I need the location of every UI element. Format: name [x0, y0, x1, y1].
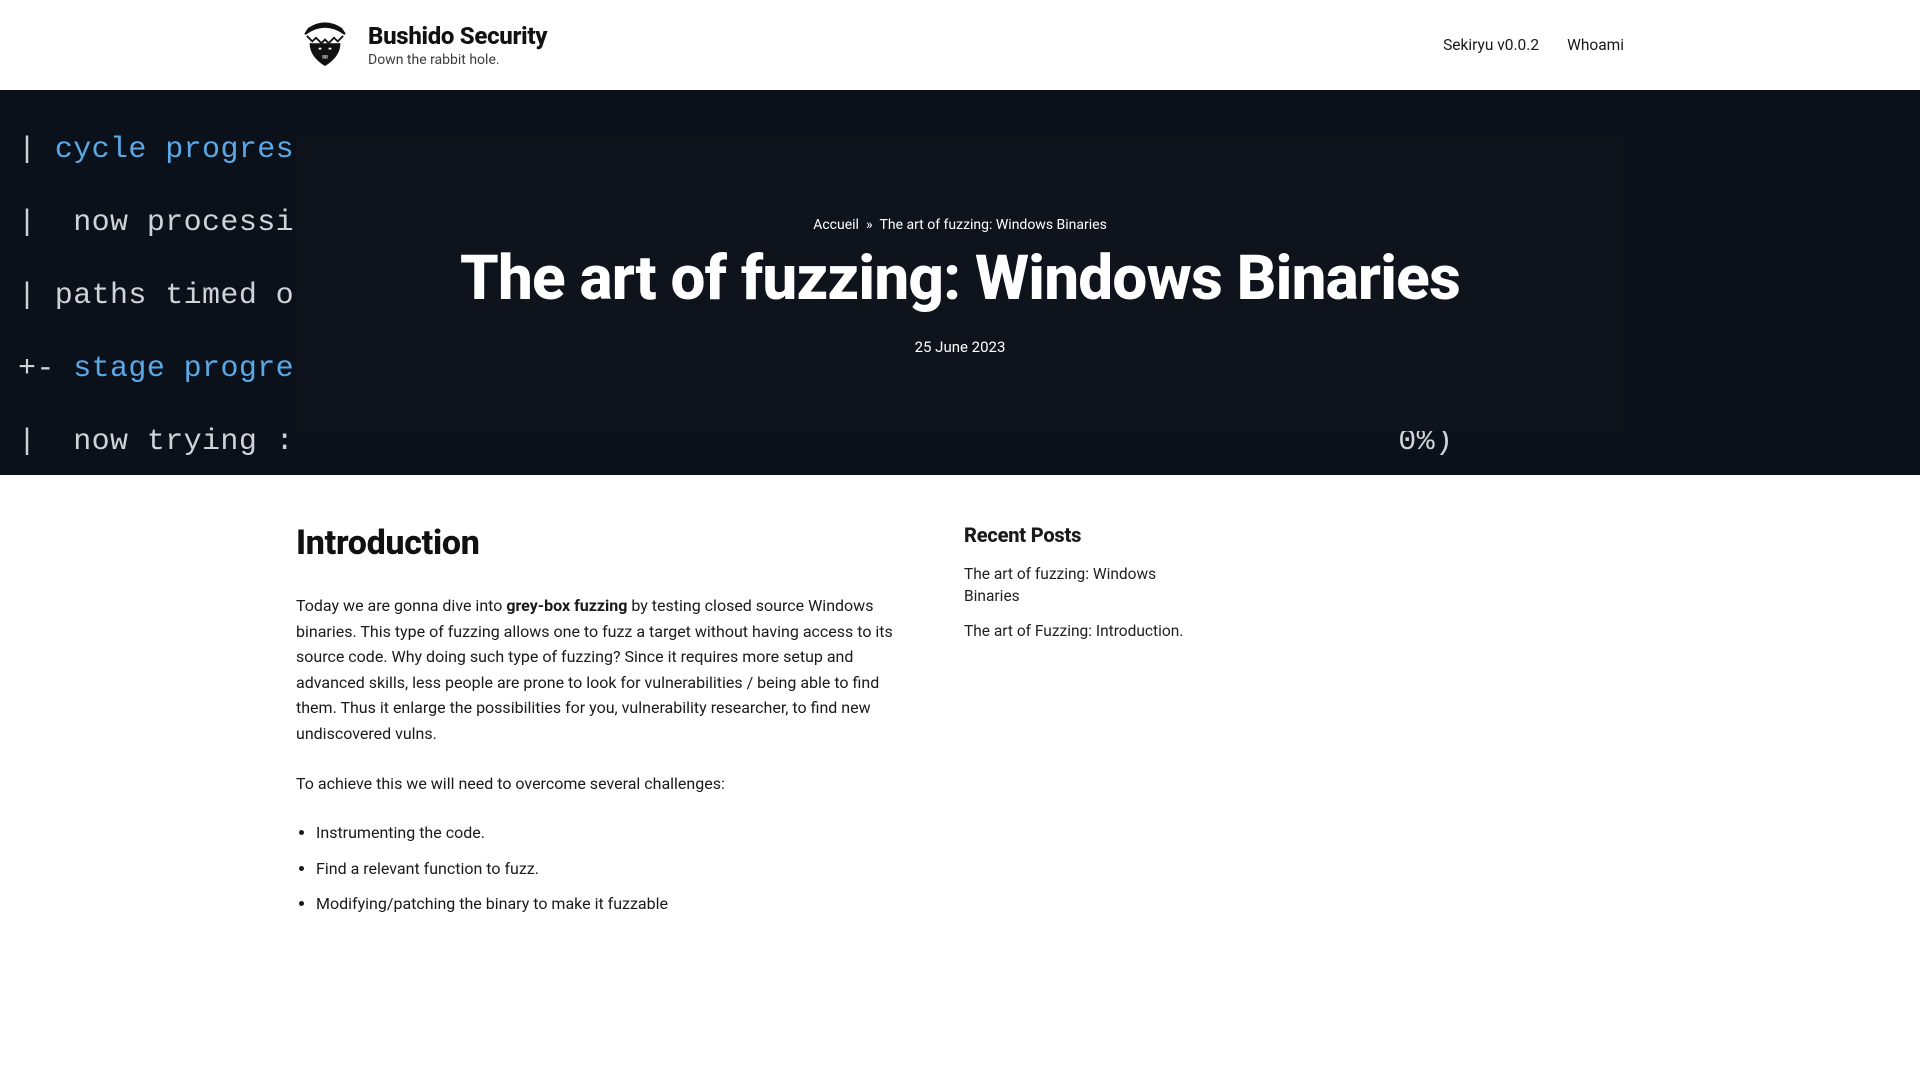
brand-text: Bushido Security Down the rabbit hole. [368, 22, 547, 68]
article-body: Introduction Today we are gonna dive int… [296, 523, 906, 927]
brand[interactable]: Bushido Security Down the rabbit hole. [296, 16, 547, 74]
section-heading-introduction: Introduction [296, 523, 906, 563]
list-item: Find a relevant function to fuzz. [316, 856, 906, 882]
hero-banner: | cycle progress ----------------------+… [0, 90, 1920, 475]
sidebar-heading-recent-posts: Recent Posts [964, 523, 1184, 547]
recent-post-link[interactable]: The art of fuzzing: Windows Binaries [964, 563, 1184, 608]
site-title: Bushido Security [368, 22, 547, 50]
site-header: Bushido Security Down the rabbit hole. S… [0, 0, 1920, 90]
recent-post-link[interactable]: The art of Fuzzing: Introduction. [964, 620, 1184, 642]
breadcrumb-sep: » [866, 217, 873, 233]
nav-link-whoami[interactable]: Whoami [1567, 36, 1624, 54]
page-title: The art of fuzzing: Windows Binaries [460, 247, 1460, 311]
samurai-logo-icon [296, 16, 354, 74]
list-item: Modifying/patching the binary to make it… [316, 891, 906, 917]
primary-nav: Sekiryu v0.0.2 Whoami [1443, 36, 1624, 54]
hero-card: Accueil » The art of fuzzing: Windows Bi… [296, 136, 1624, 431]
breadcrumb-current: The art of fuzzing: Windows Binaries [880, 217, 1107, 233]
intro-paragraph-1: Today we are gonna dive into grey-box fu… [296, 593, 906, 747]
nav-link-sekiryu[interactable]: Sekiryu v0.0.2 [1443, 36, 1539, 54]
post-date: 25 June 2023 [915, 338, 1006, 356]
breadcrumb: Accueil » The art of fuzzing: Windows Bi… [813, 217, 1107, 233]
breadcrumb-home[interactable]: Accueil [813, 217, 859, 233]
site-tagline: Down the rabbit hole. [368, 52, 547, 68]
main-area: Introduction Today we are gonna dive int… [0, 475, 1920, 927]
challenges-list: Instrumenting the code. Find a relevant … [296, 820, 906, 917]
sidebar: Recent Posts The art of fuzzing: Windows… [964, 523, 1184, 927]
intro-paragraph-2: To achieve this we will need to overcome… [296, 771, 906, 797]
bold-grey-box-fuzzing: grey-box fuzzing [506, 596, 627, 615]
list-item: Instrumenting the code. [316, 820, 906, 846]
